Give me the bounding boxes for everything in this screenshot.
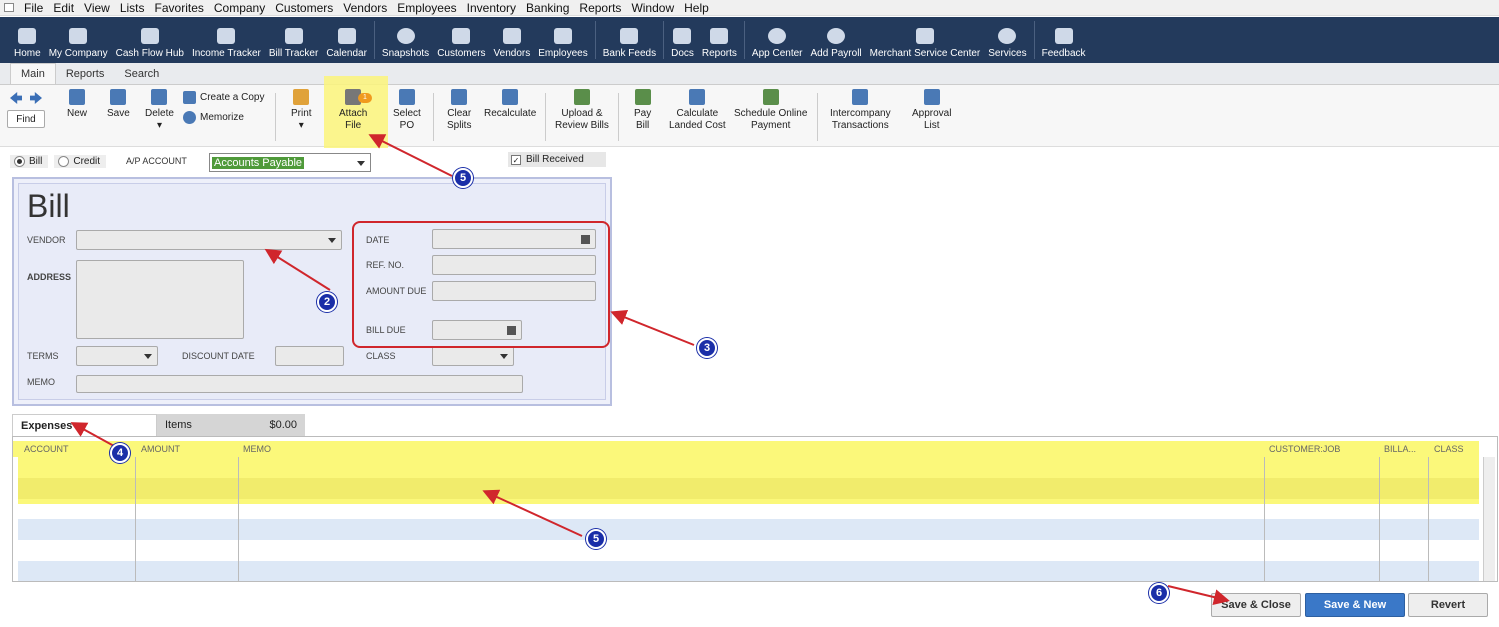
callout-number: 2 — [317, 292, 337, 312]
callout-number: 6 — [1149, 583, 1169, 603]
callout-number: 4 — [110, 443, 130, 463]
callout-number: 5 — [453, 168, 473, 188]
callout-number: 3 — [697, 338, 717, 358]
arrow-to-vendor — [264, 248, 331, 291]
callout-number: 5 — [586, 529, 606, 549]
arrow-to-date-fields — [610, 310, 695, 346]
arrow-to-save-close — [1167, 585, 1230, 605]
arrow-to-attach-file — [368, 134, 453, 177]
annotation-arrows — [70, 134, 1230, 605]
arrow-to-expenses-tab — [70, 422, 115, 447]
arrow-to-grid — [482, 489, 583, 537]
